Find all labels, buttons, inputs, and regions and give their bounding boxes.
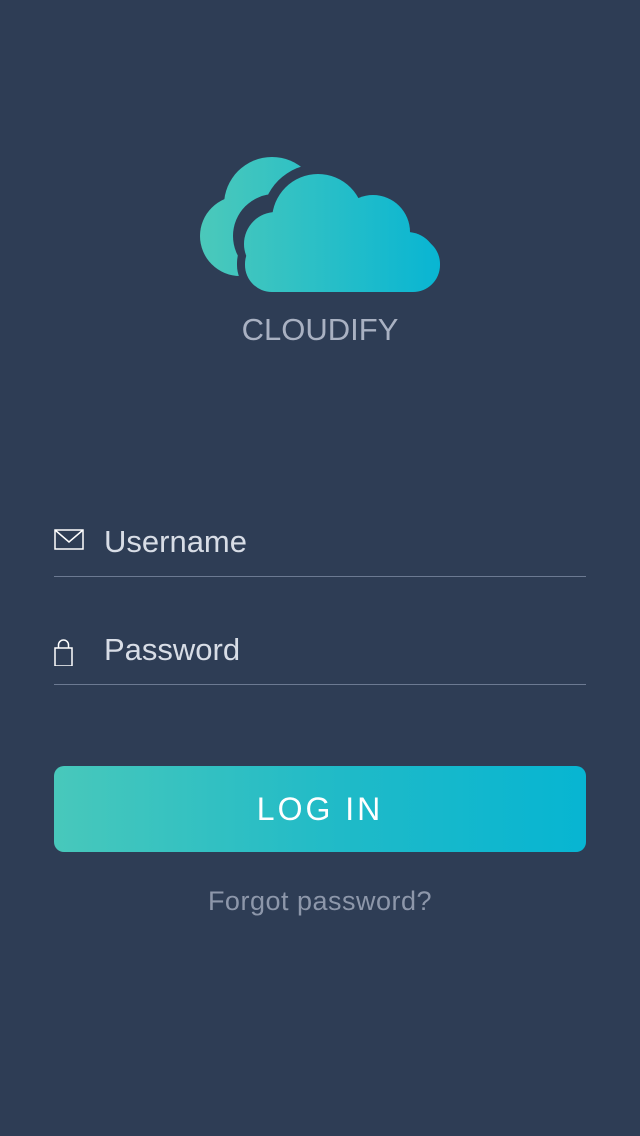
forgot-password-link[interactable]: Forgot password? (0, 886, 640, 917)
login-button[interactable]: LOG IN (54, 766, 586, 852)
username-input[interactable] (104, 520, 584, 564)
username-field[interactable] (54, 520, 586, 577)
password-field[interactable] (54, 628, 586, 685)
app-name: CLOUDIFY (241, 312, 399, 347)
password-input[interactable] (104, 628, 584, 672)
lock-icon (54, 639, 73, 666)
envelope-icon (54, 529, 84, 550)
cloud-icon (200, 157, 440, 292)
